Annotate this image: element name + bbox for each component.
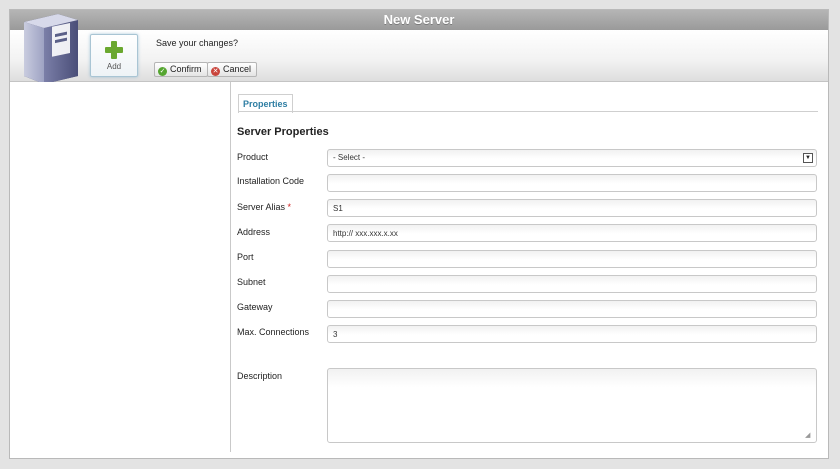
gateway-label: Gateway — [237, 302, 273, 312]
max-connections-label: Max. Connections — [237, 327, 310, 337]
subnet-label: Subnet — [237, 277, 266, 287]
resize-grip-icon[interactable]: ◢ — [805, 432, 813, 440]
add-button-label: Add — [106, 62, 122, 71]
max-connections-field[interactable] — [327, 325, 817, 343]
check-icon: ✓ — [158, 67, 167, 76]
address-field[interactable] — [327, 224, 817, 242]
product-select-value: - Select - — [333, 153, 366, 162]
cancel-label: Cancel — [223, 64, 252, 74]
port-label: Port — [237, 252, 254, 262]
window-title: New Server — [10, 10, 828, 30]
server-icon — [24, 14, 78, 84]
confirm-label: Confirm — [170, 64, 202, 74]
section-title: Server Properties — [237, 126, 329, 138]
add-button[interactable]: Add — [90, 34, 138, 77]
description-textarea[interactable] — [327, 368, 817, 443]
installation-code-field[interactable] — [327, 174, 817, 192]
server-alias-label: Server Alias * — [237, 202, 291, 212]
subnet-field[interactable] — [327, 275, 817, 293]
tab-divider — [238, 111, 818, 112]
dropdown-arrow-icon[interactable]: ▼ — [803, 153, 813, 163]
address-label: Address — [237, 227, 271, 237]
product-select[interactable]: - Select - ▼ — [327, 149, 817, 167]
gateway-field[interactable] — [327, 300, 817, 318]
installation-code-label: Installation Code — [237, 176, 305, 186]
dialog-window: New Server Add Save your changes? ✓ Conf… — [9, 9, 829, 459]
description-label: Description — [237, 371, 283, 381]
server-alias-field[interactable] — [327, 199, 817, 217]
left-pane — [10, 82, 231, 452]
port-field[interactable] — [327, 250, 817, 268]
product-label: Product — [237, 152, 269, 162]
confirm-button[interactable]: ✓ Confirm — [154, 62, 208, 77]
x-icon: ✕ — [211, 67, 220, 76]
save-prompt: Save your changes? — [156, 38, 239, 48]
cancel-button[interactable]: ✕ Cancel — [207, 62, 258, 77]
plus-icon — [105, 41, 123, 59]
required-mark: * — [287, 202, 292, 212]
server-alias-label-text: Server Alias — [237, 202, 286, 212]
toolbar: Add Save your changes? ✓ Confirm ✕ Cancel — [10, 14, 828, 84]
